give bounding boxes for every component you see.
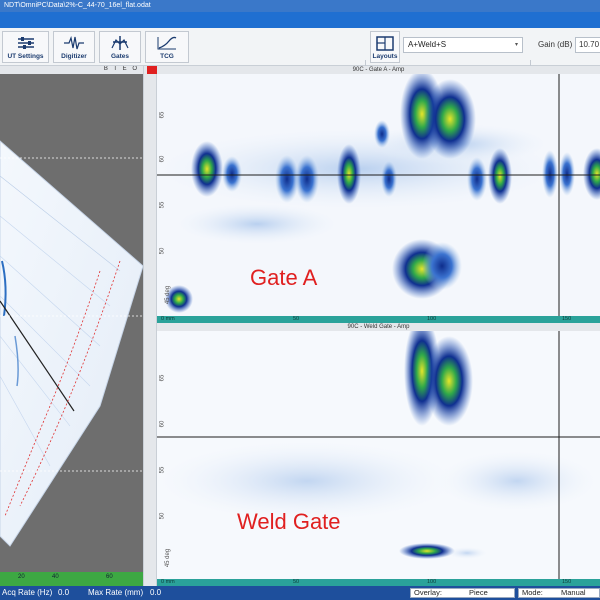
gate-a-title: 90C - Gate A - Amp bbox=[157, 66, 600, 74]
y-tick: 60 bbox=[159, 420, 166, 428]
overlay-value: Piece bbox=[469, 588, 488, 597]
panel-splitter[interactable] bbox=[143, 66, 157, 586]
gates-icon bbox=[111, 36, 129, 50]
gate-a-cscan bbox=[157, 74, 600, 316]
view-buttons[interactable]: B T E O bbox=[104, 66, 139, 72]
acq-rate-value: 0.0 bbox=[58, 588, 70, 597]
layout-grid-icon bbox=[376, 36, 394, 51]
gain-input[interactable]: 10.70 bbox=[575, 37, 600, 53]
overlay-label: Overlay: bbox=[414, 588, 442, 597]
x-tick: 100 bbox=[427, 316, 437, 322]
max-rate-label: Max Rate (mm) bbox=[88, 588, 144, 597]
digitizer-button[interactable]: Digitizer bbox=[53, 31, 95, 63]
gate-a-panel[interactable]: 90C - Gate A - Amp 65 60 55 50 45 deg Ga… bbox=[157, 66, 600, 323]
weld-gate-x-axis: 0 mm 50 100 150 bbox=[157, 579, 600, 586]
sscan-scale: 20 40 60 bbox=[0, 572, 143, 586]
layout-select[interactable]: A+Weld+S ▾ bbox=[403, 37, 523, 53]
gain-label: Gain (dB) bbox=[538, 40, 573, 49]
y-tick: 55 bbox=[159, 466, 166, 474]
sscan-panel[interactable]: B T E O 20 40 60 bbox=[0, 66, 143, 586]
digitizer-label: Digitizer bbox=[61, 53, 87, 60]
y-tick: 50 bbox=[159, 247, 166, 255]
x-tick: 0 mm bbox=[161, 316, 175, 322]
acq-rate-label: Acq Rate (Hz) bbox=[2, 588, 53, 597]
x-tick: 0 mm bbox=[161, 579, 175, 585]
tcg-label: TCG bbox=[160, 53, 174, 60]
chevron-down-icon: ▾ bbox=[514, 42, 518, 48]
sscan-header: B T E O bbox=[0, 66, 143, 74]
weld-gate-overlay-label: Weld Gate bbox=[237, 509, 341, 534]
gates-label: Gates bbox=[110, 53, 130, 60]
window-title: NDT\OmniPC\Data\2%-C_44-70_16el_flat.oda… bbox=[0, 0, 600, 12]
ut-settings-label: UT Settings bbox=[7, 53, 44, 60]
waveform-icon bbox=[64, 36, 84, 50]
y-tick: 50 bbox=[159, 512, 166, 520]
layouts-label: Layouts bbox=[372, 53, 398, 60]
y-tick: 65 bbox=[159, 111, 166, 119]
y-tick: 60 bbox=[159, 155, 166, 163]
x-tick: 50 bbox=[293, 316, 300, 322]
layout-select-value: A+Weld+S bbox=[408, 40, 447, 49]
mode-value: Manual bbox=[561, 588, 586, 597]
sliders-icon bbox=[17, 37, 34, 49]
gates-button[interactable]: Gates bbox=[99, 31, 141, 63]
ut-settings-button[interactable]: UT Settings bbox=[2, 31, 49, 63]
y-tick: 45 deg bbox=[165, 548, 172, 568]
scale-tick: 20 bbox=[18, 574, 25, 580]
ribbon-bar bbox=[0, 12, 600, 28]
x-tick: 150 bbox=[562, 316, 572, 322]
tcg-button[interactable]: TCG bbox=[145, 31, 189, 63]
active-panel-indicator bbox=[147, 66, 157, 74]
weld-gate-title: 90C - Weld Gate - Amp bbox=[157, 323, 600, 331]
mode-label: Mode: bbox=[522, 588, 543, 597]
y-tick: 55 bbox=[159, 201, 166, 209]
gate-a-x-axis: 0 mm 50 100 150 bbox=[157, 316, 600, 323]
scale-tick: 60 bbox=[106, 574, 113, 580]
weld-gate-panel[interactable]: 90C - Weld Gate - Amp 65 60 55 50 45 deg… bbox=[157, 323, 600, 586]
gate-a-overlay-label: Gate A bbox=[250, 265, 318, 290]
x-tick: 50 bbox=[293, 579, 300, 585]
overlay-field[interactable]: Overlay: Piece bbox=[410, 588, 515, 598]
x-tick: 150 bbox=[562, 579, 572, 585]
y-tick: 65 bbox=[159, 374, 166, 382]
status-bar: Acq Rate (Hz) 0.0 Max Rate (mm) 0.0 Over… bbox=[0, 586, 600, 600]
sscan-image bbox=[0, 140, 143, 547]
weld-gate-cscan bbox=[157, 331, 600, 579]
y-tick: 45 deg bbox=[165, 285, 172, 305]
max-rate-value: 0.0 bbox=[150, 588, 162, 597]
mode-field[interactable]: Mode: Manual bbox=[518, 588, 600, 598]
layouts-button[interactable]: Layouts bbox=[370, 31, 400, 63]
curve-icon bbox=[157, 36, 177, 50]
scale-tick: 40 bbox=[52, 574, 59, 580]
x-tick: 100 bbox=[427, 579, 437, 585]
